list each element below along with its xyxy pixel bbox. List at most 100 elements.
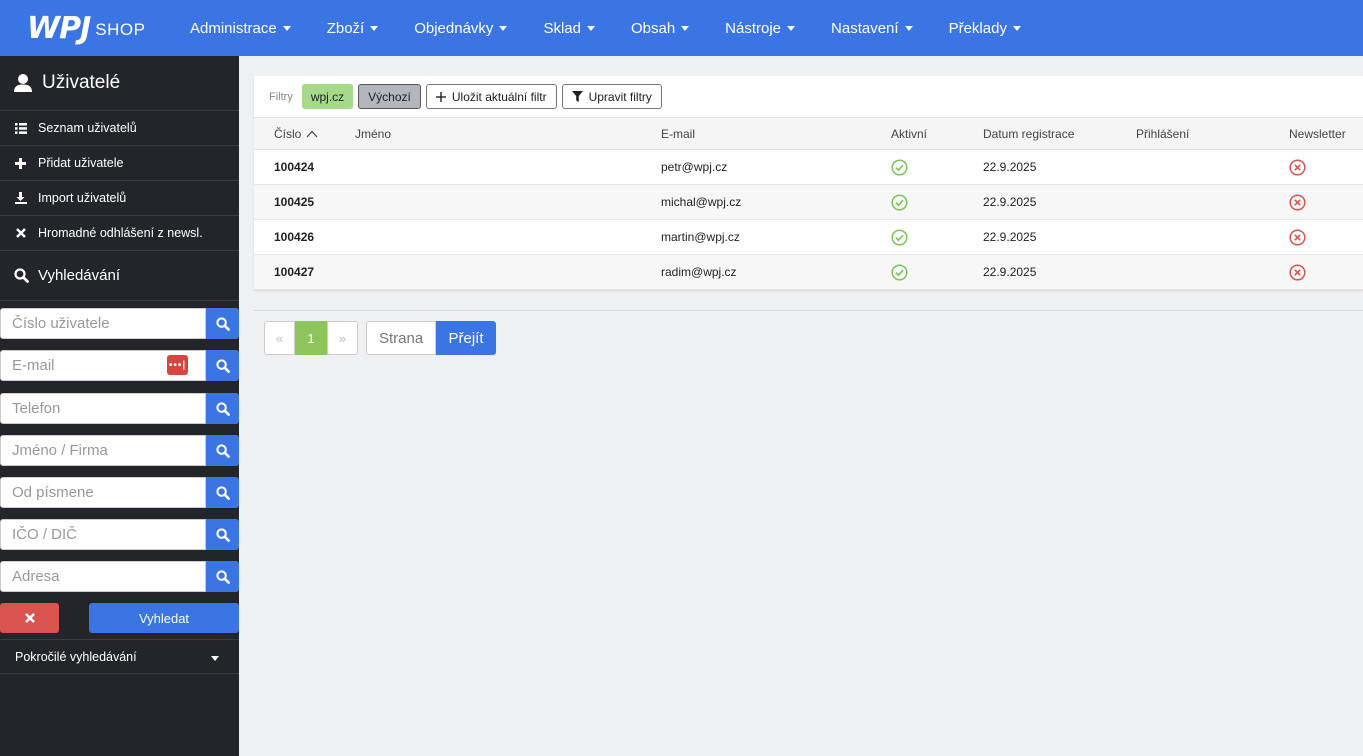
edit-filters-button[interactable]: Upravit filtry (561, 84, 662, 109)
table-header: Číslo Jméno E-mail Aktivní Datum registr… (254, 118, 1363, 150)
active-check-icon (891, 255, 908, 289)
sidebar-item-bulk-unsubscribe[interactable]: Hromadné odhlášení z newsl. (0, 216, 239, 251)
user-number[interactable]: 100426 (274, 220, 314, 254)
user-email: petr@wpj.cz (661, 160, 728, 174)
column-newsletter[interactable]: Newsletter (1289, 118, 1346, 149)
edit-filters-label: Upravit filtry (588, 89, 652, 104)
pagination-page-current[interactable]: 1 (295, 321, 327, 355)
nav-nastroje[interactable]: Nástroje (707, 0, 813, 56)
search-row-email: •••| (0, 350, 239, 381)
advanced-search-toggle[interactable]: Pokročilé vyhledávání (0, 639, 239, 674)
nav-administrace[interactable]: Administrace (172, 0, 309, 56)
filter-chip-wpj[interactable]: wpj.cz (301, 84, 354, 109)
column-email[interactable]: E-mail (661, 118, 695, 149)
logo[interactable]: WPJ SHOP (0, 0, 172, 56)
plus-icon (435, 91, 446, 102)
caret-down-icon (211, 656, 219, 661)
sidebar-item-user-list[interactable]: Seznam uživatelů (0, 111, 239, 146)
filter-chip-default[interactable]: Výchozí (358, 84, 421, 109)
logo-sub: SHOP (95, 20, 146, 39)
nav-zbozi[interactable]: Zboží (309, 0, 397, 56)
nav-label: Administrace (190, 19, 277, 37)
search-button[interactable] (206, 393, 239, 424)
search-button[interactable] (206, 477, 239, 508)
table-row[interactable]: 100427 radim@wpj.cz 22.9.2025 (254, 255, 1363, 290)
search-row-phone (0, 393, 239, 424)
sidebar-title-text: Uživatelé (42, 72, 121, 93)
table-row[interactable]: 100425 michal@wpj.cz 22.9.2025 (254, 185, 1363, 220)
sidebar: Uživatelé Seznam uživatelů Přidat uživat… (0, 56, 239, 756)
registration-date: 22.9.2025 (983, 265, 1037, 279)
search-icon (215, 569, 230, 584)
search-button[interactable] (206, 308, 239, 339)
caret-down-icon (370, 25, 379, 31)
search-section-label: Vyhledávání (38, 267, 121, 284)
newsletter-x-icon (1289, 185, 1306, 219)
column-login[interactable]: Přihlášení (1136, 118, 1189, 149)
search-icon (215, 316, 230, 331)
search-submit-button[interactable]: Vyhledat (89, 603, 239, 633)
search-button[interactable] (206, 519, 239, 550)
nav-label: Objednávky (414, 19, 494, 37)
nav-label: Nastavení (831, 19, 899, 37)
search-button[interactable] (206, 435, 239, 466)
user-email: michal@wpj.cz (661, 195, 742, 209)
column-active[interactable]: Aktivní (891, 118, 927, 149)
nav-sklad[interactable]: Sklad (525, 0, 613, 56)
name-company-input[interactable] (0, 435, 206, 466)
column-label: Číslo (274, 126, 302, 141)
filters-label: Filtry (269, 90, 293, 103)
clear-search-button[interactable] (0, 603, 59, 633)
search-icon (215, 527, 230, 542)
search-button[interactable] (206, 561, 239, 592)
nav-label: Sklad (543, 19, 581, 37)
search-icon (215, 401, 230, 416)
phone-input[interactable] (0, 393, 206, 424)
nav-preklady[interactable]: Překlady (931, 0, 1039, 56)
save-filter-button[interactable]: Uložit aktuální filtr (425, 84, 557, 109)
nav-label: Obsah (630, 19, 676, 37)
table-row[interactable]: 100426 martin@wpj.cz 22.9.2025 (254, 220, 1363, 255)
search-icon (14, 268, 29, 283)
sidebar-item-add-user[interactable]: Přidat uživatele (0, 146, 239, 181)
sidebar-item-label: Import uživatelů (38, 191, 127, 205)
address-input[interactable] (0, 561, 206, 592)
user-number[interactable]: 100425 (274, 185, 314, 219)
sidebar-item-import[interactable]: Import uživatelů (0, 181, 239, 216)
search-row-ico (0, 519, 239, 550)
sidebar-item-label: Přidat uživatele (38, 156, 124, 170)
user-number[interactable]: 100424 (274, 150, 314, 184)
search-icon (215, 485, 230, 500)
table-row[interactable]: 100424 petr@wpj.cz 22.9.2025 (254, 150, 1363, 185)
pagination-prev[interactable]: « (264, 321, 295, 355)
pagination-next[interactable]: » (327, 321, 358, 355)
list-icon (14, 122, 27, 134)
column-registration-date[interactable]: Datum registrace (983, 118, 1074, 149)
search-row-letter (0, 477, 239, 508)
nav-objednavky[interactable]: Objednávky (396, 0, 525, 56)
column-number[interactable]: Číslo (274, 118, 318, 149)
nav-label: Zboží (326, 19, 365, 37)
search-row-address (0, 561, 239, 592)
sort-asc-icon (306, 130, 318, 137)
search-section-title: Vyhledávání (0, 251, 239, 301)
user-number[interactable]: 100427 (274, 255, 314, 289)
user-number-input[interactable] (0, 308, 206, 339)
from-letter-input[interactable] (0, 477, 206, 508)
active-check-icon (891, 150, 908, 184)
close-icon (24, 613, 35, 623)
goto-page-button[interactable]: Přejít (436, 321, 496, 355)
column-name[interactable]: Jméno (355, 118, 391, 149)
user-email: radim@wpj.cz (661, 265, 737, 279)
password-manager-icon[interactable]: •••| (167, 355, 188, 375)
filter-bar: Filtry wpj.cz Výchozí Uložit aktuální fi… (254, 76, 1363, 118)
nav-nastaveni[interactable]: Nastavení (813, 0, 931, 56)
import-icon (14, 192, 27, 204)
search-button[interactable] (206, 350, 239, 381)
search-icon (215, 358, 230, 373)
caret-down-icon (787, 25, 796, 31)
page-number-input[interactable] (366, 321, 436, 355)
advanced-search-label: Pokročilé vyhledávání (15, 649, 137, 664)
ico-dic-input[interactable] (0, 519, 206, 550)
nav-obsah[interactable]: Obsah (613, 0, 707, 56)
